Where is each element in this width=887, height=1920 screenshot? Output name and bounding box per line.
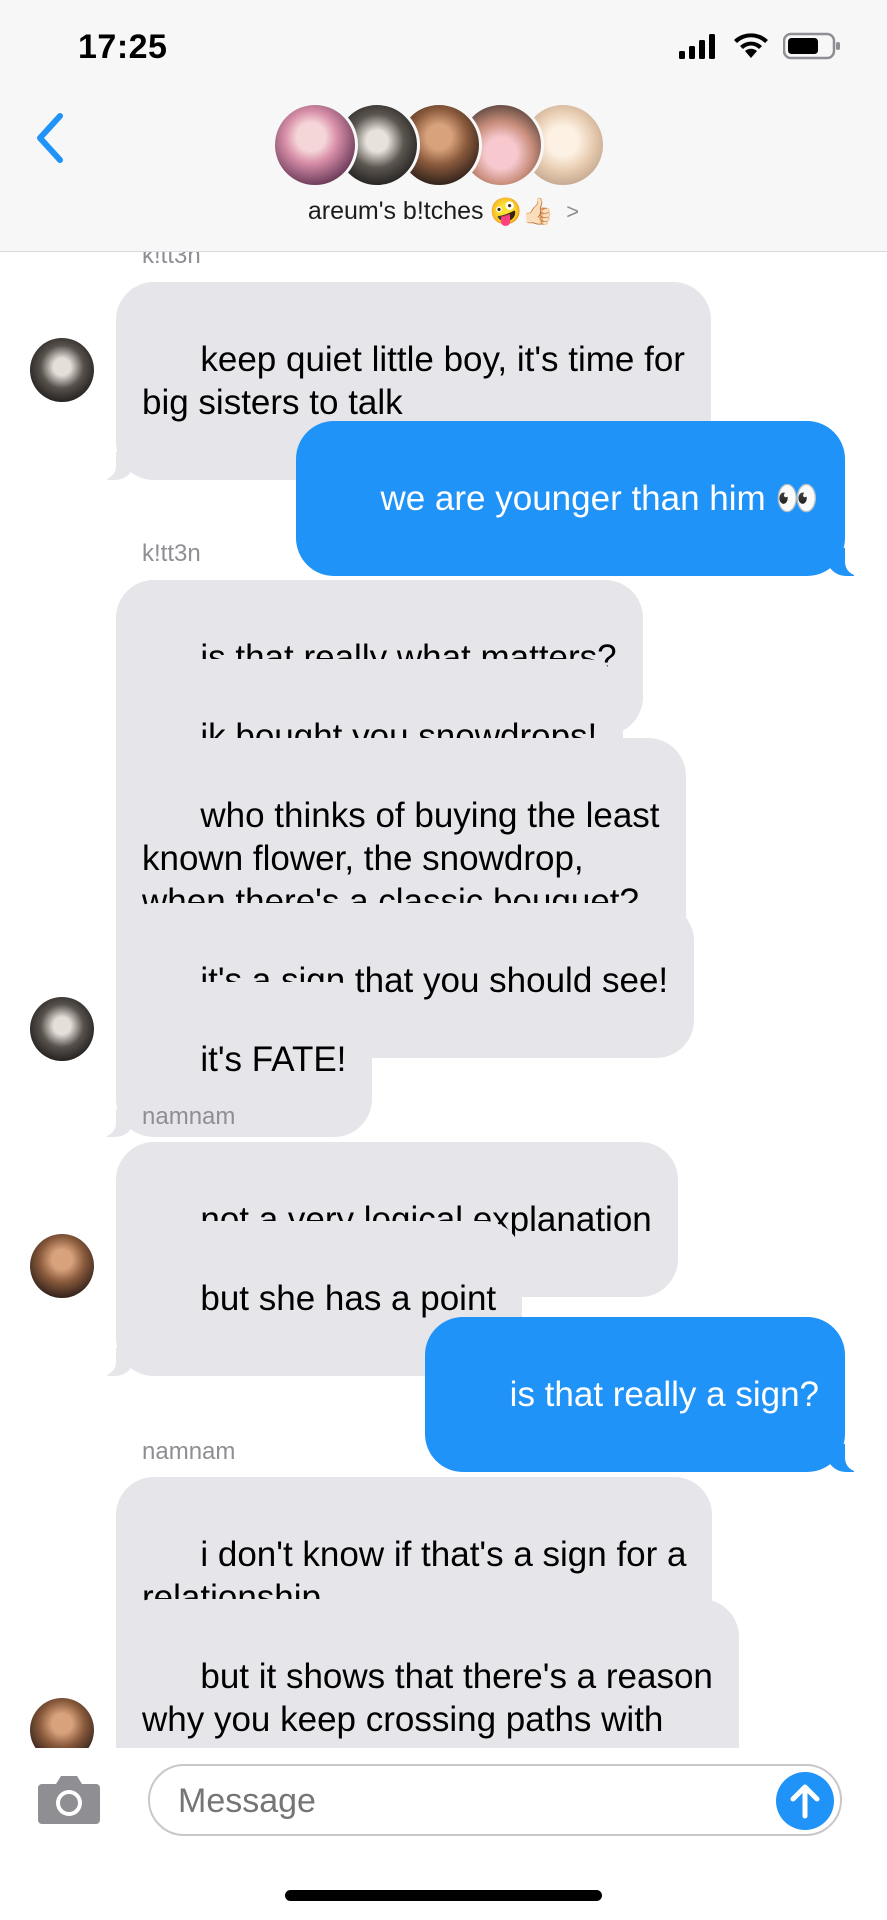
sender-name: k!tt3n — [142, 252, 201, 269]
message-text: is that really a sign? — [509, 1375, 819, 1414]
sender-avatar[interactable] — [30, 338, 94, 402]
member-avatar — [272, 102, 358, 188]
battery-icon — [783, 32, 840, 60]
sender-name: namnam — [142, 1438, 236, 1465]
camera-icon[interactable] — [36, 1772, 102, 1826]
sender-name: k!tt3n — [142, 540, 201, 567]
wifi-icon — [734, 33, 768, 58]
sender-name: namnam — [142, 1103, 236, 1130]
conversation-header: 17:25 areum's b!tches 🤪👍🏻 > — [0, 0, 887, 252]
sender-avatar[interactable] — [30, 1234, 94, 1298]
message-text: it's FATE! — [200, 1040, 347, 1079]
arrow-up-icon — [790, 1784, 820, 1819]
status-icons — [679, 32, 841, 60]
back-chevron-icon[interactable] — [30, 108, 70, 168]
message-bubble-outgoing[interactable]: we are younger than him 👀 — [296, 421, 863, 576]
message-bubble-incoming[interactable]: but it shows that there's a reason why y… — [116, 1599, 739, 1748]
send-button[interactable] — [776, 1772, 834, 1830]
message-input[interactable] — [178, 1782, 738, 1821]
message-text: keep quiet little boy, it's time for big… — [142, 340, 685, 422]
group-avatars[interactable] — [272, 102, 612, 188]
group-emojis: 🤪👍🏻 — [489, 196, 555, 226]
sender-avatar[interactable] — [30, 1698, 94, 1748]
message-text: we are younger than him 👀 — [380, 479, 819, 518]
message-text: but she has a point — [200, 1279, 497, 1318]
sender-avatar[interactable] — [30, 997, 94, 1061]
message-list[interactable]: k!tt3n keep quiet little boy, it's time … — [0, 252, 887, 1748]
group-title[interactable]: areum's b!tches 🤪👍🏻 > — [0, 196, 887, 227]
status-time: 17:25 — [78, 28, 168, 66]
message-input-container[interactable] — [148, 1764, 842, 1836]
group-name: areum's b!tches — [307, 197, 484, 225]
chevron-right-icon: > — [566, 198, 580, 224]
home-indicator[interactable] — [285, 1890, 602, 1901]
cellular-signal-icon — [679, 34, 715, 59]
message-bubble-outgoing[interactable]: is that really a sign? — [425, 1317, 863, 1472]
message-text: but it shows that there's a reason why y… — [142, 1657, 713, 1748]
